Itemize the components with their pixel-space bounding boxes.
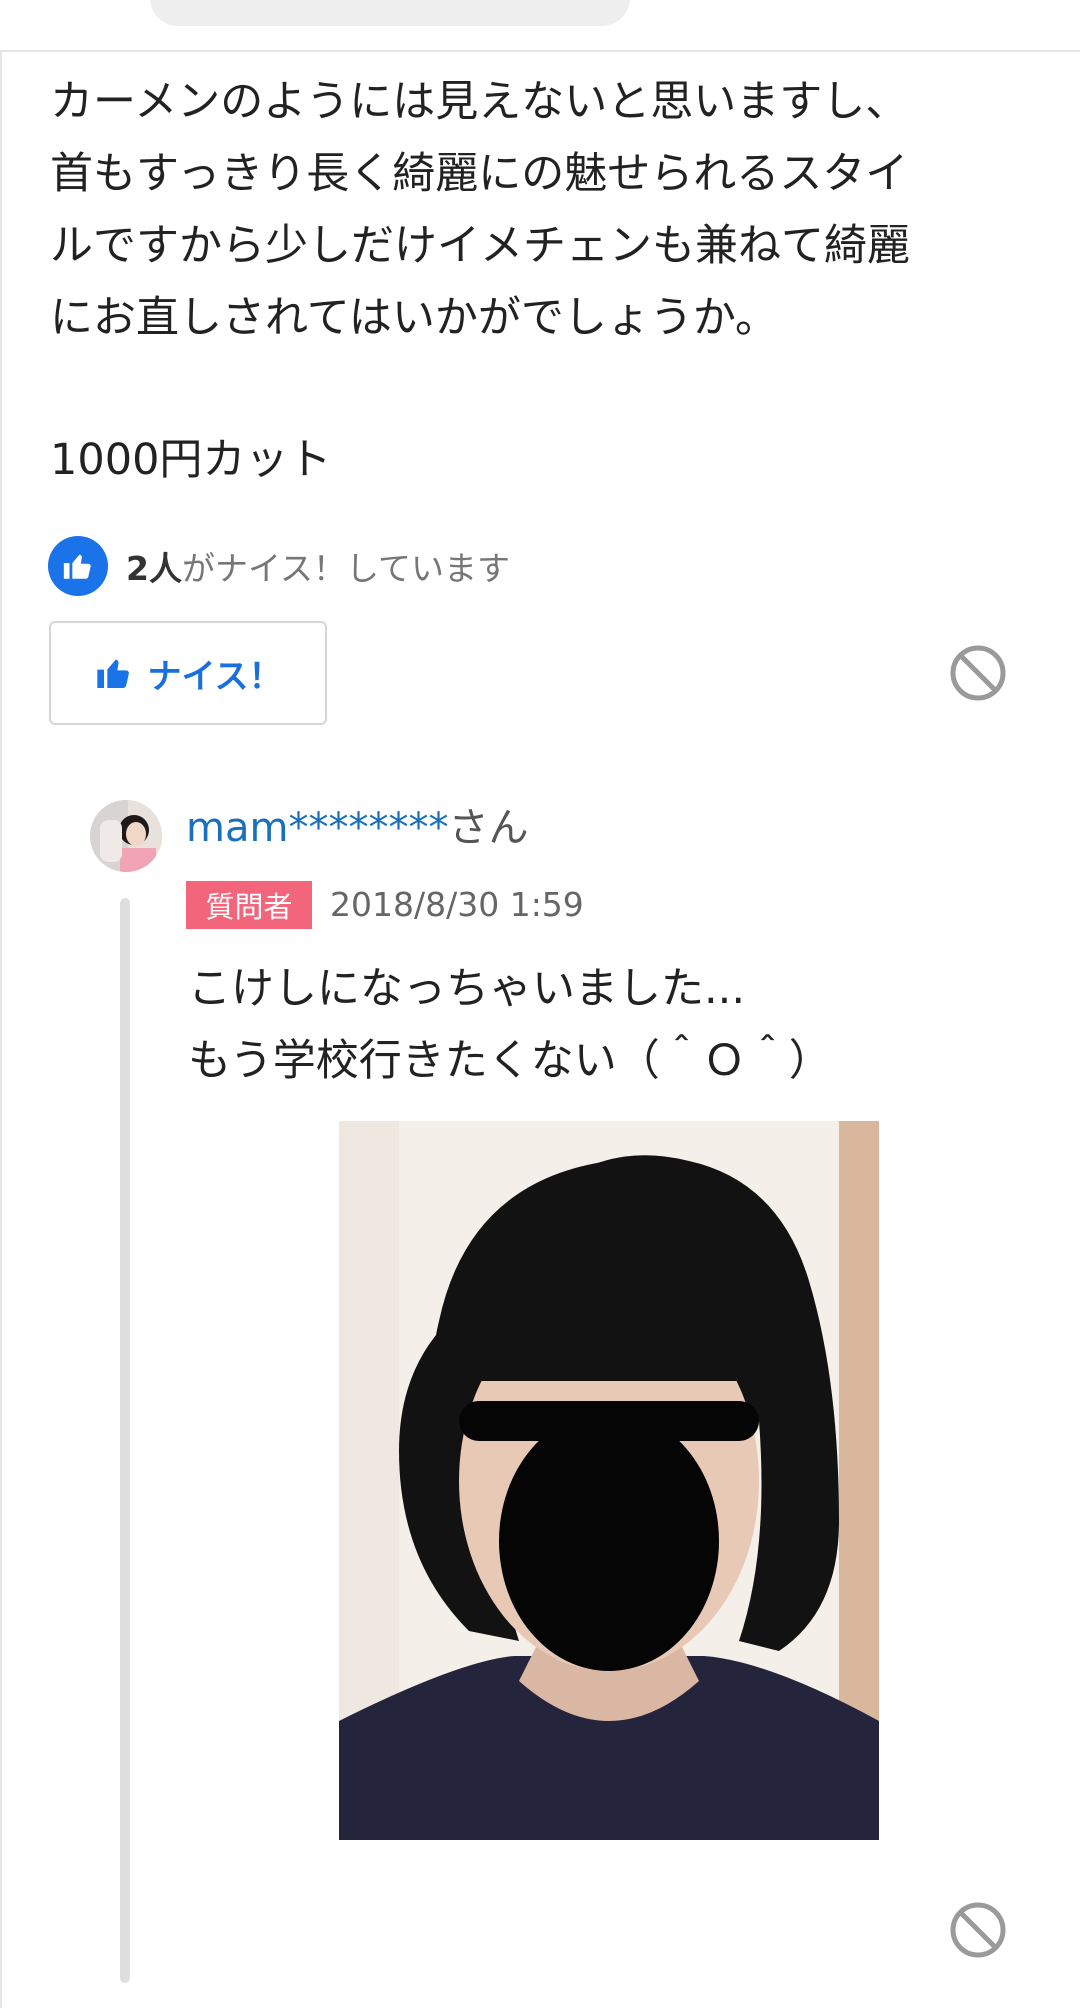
attached-photo[interactable] bbox=[339, 1121, 879, 1840]
answer-footer: 1000円カット bbox=[50, 435, 332, 485]
user-id[interactable]: mam******** bbox=[186, 805, 448, 851]
reply-body: こけしになっちゃいました... もう学校行きたくない（＾Ｏ＾） bbox=[188, 953, 832, 1097]
content-border bbox=[0, 50, 2, 2008]
reply-timestamp: 2018/8/30 1:59 bbox=[330, 885, 584, 924]
nice-summary: 2人 がナイス！しています bbox=[48, 536, 510, 596]
nice-count-suffix: がナイス！しています bbox=[181, 549, 510, 588]
questioner-badge: 質問者 bbox=[186, 881, 312, 929]
answer-line: カーメンのようには見えないと思いますし、 bbox=[50, 77, 909, 127]
nice-button[interactable]: ナイス！ bbox=[49, 621, 327, 725]
answer-line: ルですから少しだけイメチェンも兼ねて綺麗 bbox=[50, 221, 910, 271]
block-icon[interactable] bbox=[948, 643, 1008, 703]
header-divider bbox=[0, 50, 1080, 52]
reply-user-name[interactable]: mam********さん bbox=[186, 800, 528, 856]
search-bar[interactable] bbox=[150, 0, 630, 26]
thumbs-up-icon bbox=[96, 659, 129, 688]
block-icon[interactable] bbox=[948, 1900, 1008, 1960]
nice-button-label: ナイス！ bbox=[147, 656, 283, 697]
answer-line: にお直しされてはいかがでしょうか。 bbox=[50, 293, 778, 343]
thumbs-up-badge-icon bbox=[48, 536, 108, 596]
answer-body: カーメンのようには見えないと思いますし、 首もすっきり長く綺麗にの魅せられるスタ… bbox=[50, 66, 1040, 354]
nice-count: 2人 bbox=[126, 549, 182, 588]
avatar[interactable] bbox=[90, 800, 162, 872]
reply-thread-line bbox=[120, 898, 130, 1983]
reply-line: もう学校行きたくない（＾Ｏ＾） bbox=[188, 1036, 832, 1086]
reply-line: こけしになっちゃいました... bbox=[188, 964, 746, 1014]
user-suffix: さん bbox=[448, 805, 529, 851]
answer-line: 首もすっきり長く綺麗にの魅せられるスタイ bbox=[50, 149, 909, 199]
